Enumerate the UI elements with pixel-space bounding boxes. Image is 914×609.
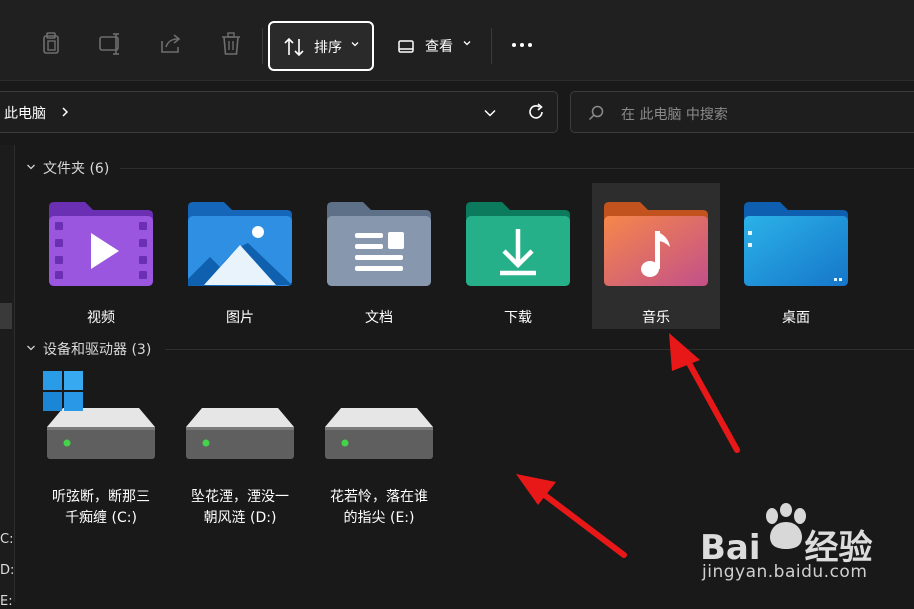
folder-name: 图片 <box>226 310 254 326</box>
toolbar-divider <box>0 80 914 81</box>
chevron-down-icon <box>351 42 359 47</box>
folders-group-title: 文件夹 (6) <box>43 161 110 177</box>
folder-downloads[interactable]: 下载 <box>454 183 582 329</box>
hard-drive-icon <box>186 408 294 459</box>
refresh-icon[interactable] <box>525 101 547 123</box>
search-icon <box>588 105 604 121</box>
sort-button[interactable]: 排序 <box>268 21 374 71</box>
more-options-icon[interactable] <box>508 30 538 60</box>
drive-name-line: 听弦断，断那三 <box>52 489 150 505</box>
paste-icon[interactable] <box>36 29 66 59</box>
drive-d[interactable]: 坠花湮，湮没一 朝风涟 (D:) <box>176 365 304 535</box>
sort-label: 排序 <box>314 40 342 56</box>
pictures-folder-icon <box>188 202 292 286</box>
hard-drive-icon <box>325 408 433 459</box>
watermark-url: jingyan.baidu.com <box>702 562 868 582</box>
drive-name-line: 千痴缠 (C:) <box>65 510 137 526</box>
folder-videos[interactable]: 视频 <box>37 183 165 329</box>
navigation-scrollbar[interactable] <box>0 303 12 329</box>
drive-name-line: 朝风涟 (D:) <box>203 510 277 526</box>
group-divider <box>120 168 914 169</box>
collapse-chevron-icon <box>27 164 35 170</box>
arrow-to-music-folder <box>669 333 740 453</box>
nav-drive-d[interactable]: D: <box>0 563 14 578</box>
documents-folder-icon <box>327 202 431 286</box>
share-icon[interactable] <box>156 29 186 59</box>
delete-icon[interactable] <box>216 29 246 59</box>
drive-name-line: 坠花湮，湮没一 <box>191 489 289 505</box>
folder-desktop[interactable]: 桌面 <box>732 183 860 329</box>
drive-name-line: 花若怜，落在谁 <box>330 489 428 505</box>
folder-name: 下载 <box>504 310 532 326</box>
view-icon <box>398 40 414 53</box>
navigation-pane-border <box>14 145 15 602</box>
desktop-folder-icon <box>744 202 848 286</box>
view-label: 查看 <box>425 39 453 55</box>
music-folder-icon <box>604 202 708 286</box>
chevron-down-icon <box>463 41 471 46</box>
breadcrumb-this-pc[interactable]: 此电脑 <box>4 103 46 123</box>
address-bar[interactable]: 此电脑 <box>0 91 558 133</box>
toolbar-separator <box>262 28 263 64</box>
drive-name: 花若怜，落在谁 的指尖 (E:) <box>315 487 443 529</box>
folder-name: 桌面 <box>782 310 810 326</box>
rename-icon[interactable] <box>96 29 126 59</box>
drive-name: 听弦断，断那三 千痴缠 (C:) <box>37 487 165 529</box>
folder-pictures[interactable]: 图片 <box>176 183 304 329</box>
search-box[interactable]: 在 此电脑 中搜索 <box>570 91 914 133</box>
group-divider <box>165 349 914 350</box>
chevron-right-icon[interactable] <box>59 106 71 118</box>
baidu-jingyan-watermark: Bai 经验 jingyan.baidu.com <box>700 500 910 592</box>
drive-name: 坠花湮，湮没一 朝风涟 (D:) <box>176 487 304 529</box>
windows-drive-icon <box>43 371 155 459</box>
sort-icon <box>284 37 304 57</box>
videos-folder-icon <box>49 202 153 286</box>
view-button[interactable]: 查看 <box>390 22 480 70</box>
downloads-folder-icon <box>466 202 570 286</box>
drives-group-header[interactable]: 设备和驱动器 (3) <box>25 339 185 359</box>
drive-e[interactable]: 花若怜，落在谁 的指尖 (E:) <box>315 365 443 535</box>
search-placeholder: 在 此电脑 中搜索 <box>621 107 728 123</box>
drives-group-title: 设备和驱动器 (3) <box>43 342 152 358</box>
folder-music[interactable]: 音乐 <box>592 183 720 329</box>
folder-name: 文档 <box>365 310 393 326</box>
folder-name: 音乐 <box>642 310 670 326</box>
drive-name-line: 的指尖 (E:) <box>343 510 415 526</box>
nav-drive-c[interactable]: C: <box>0 532 13 547</box>
collapse-chevron-icon <box>27 345 35 351</box>
toolbar-separator <box>491 28 492 64</box>
history-dropdown-icon[interactable] <box>483 106 497 120</box>
folder-name: 视频 <box>87 310 115 326</box>
folder-documents[interactable]: 文档 <box>315 183 443 329</box>
drive-c[interactable]: 听弦断，断那三 千痴缠 (C:) <box>37 365 165 535</box>
arrow-to-empty-area <box>516 474 627 558</box>
